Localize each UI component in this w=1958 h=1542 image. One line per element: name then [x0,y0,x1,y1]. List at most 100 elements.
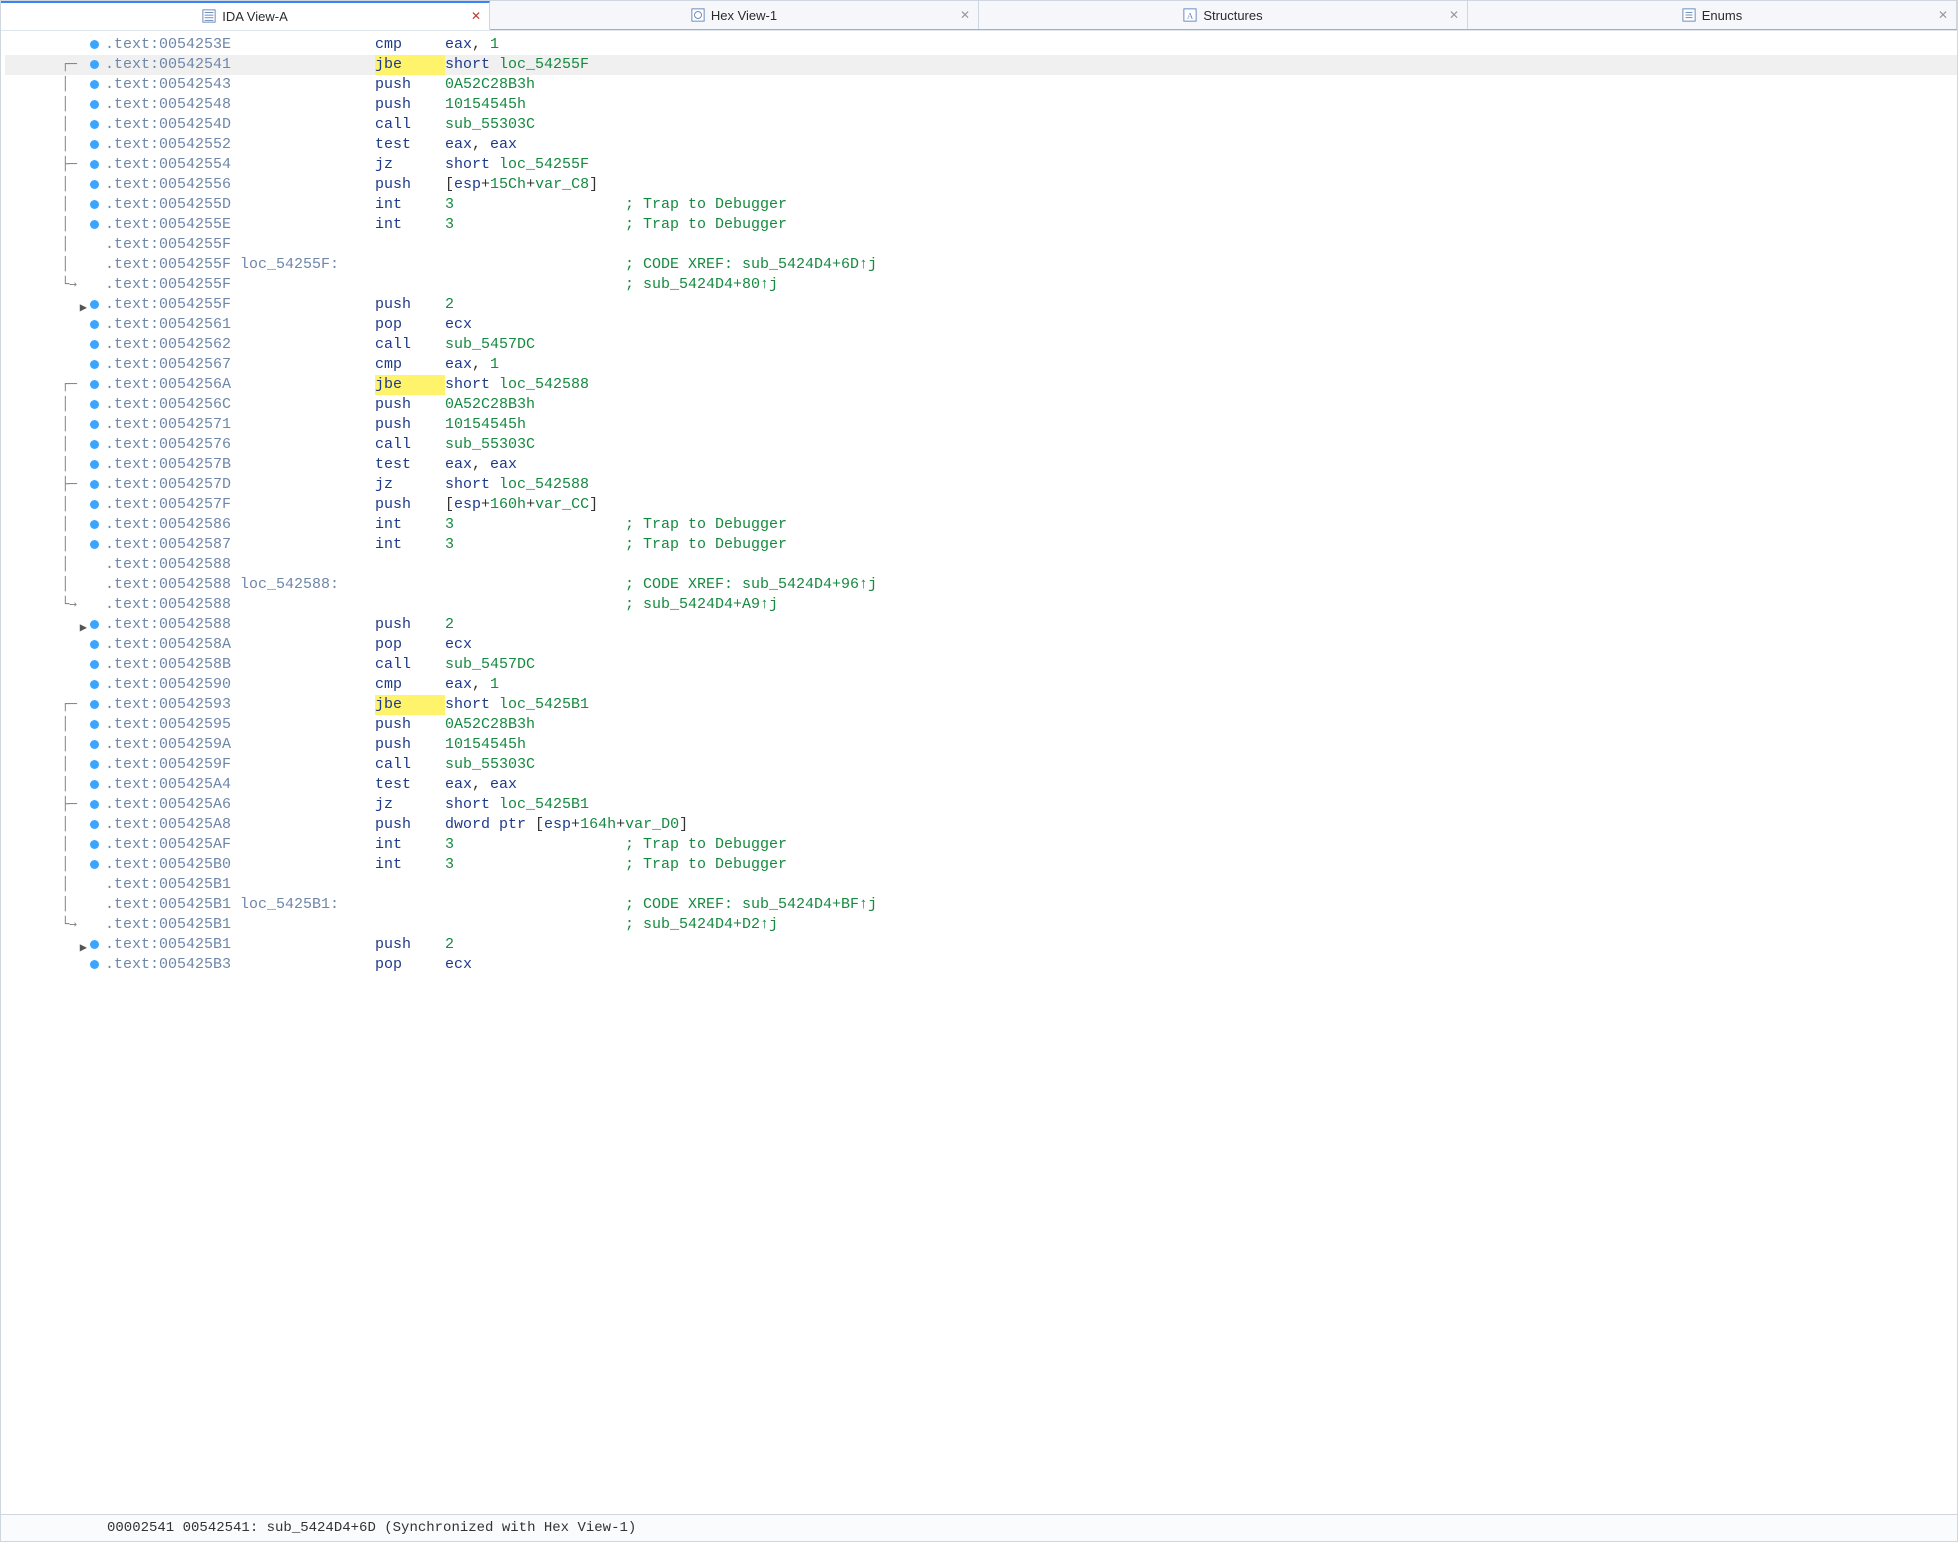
close-icon[interactable]: ✕ [958,8,972,22]
breakpoint-dot[interactable] [90,400,99,409]
breakpoint-dot[interactable] [90,340,99,349]
breakpoint-dot[interactable] [90,500,99,509]
asm-line[interactable]: │ .text:00542595push0A52C28B3h [5,715,1957,735]
breakpoint-dot[interactable] [90,800,99,809]
asm-line[interactable]: └→.text:005425B1; sub_5424D4+D2↑j [5,915,1957,935]
breakpoint-dot[interactable] [90,40,99,49]
breakpoint-dot[interactable] [90,660,99,669]
breakpoint-dot[interactable] [90,140,99,149]
asm-line[interactable]: .text:00542567cmpeax, 1 [5,355,1957,375]
breakpoint-dot[interactable] [90,940,99,949]
tab-hex-view-1[interactable]: Hex View-1✕ [490,1,979,29]
gutter: │ [5,175,105,195]
breakpoint-dot[interactable] [90,700,99,709]
close-icon[interactable]: ✕ [1447,8,1461,22]
asm-line[interactable]: │ .text:005425A8pushdword ptr [esp+164h+… [5,815,1957,835]
asm-line[interactable]: │ .text:0054259Fcallsub_55303C [5,755,1957,775]
asm-line[interactable]: │ .text:0054257Fpush[esp+160h+var_CC] [5,495,1957,515]
breakpoint-dot[interactable] [90,160,99,169]
tab-ida-view-a[interactable]: IDA View-A✕ [1,1,490,30]
asm-line[interactable]: │ .text:0054257Btesteax, eax [5,455,1957,475]
asm-line[interactable]: │ .text:00542588 [5,555,1957,575]
asm-line[interactable]: │ .text:0054255F loc_54255F:; CODE XREF:… [5,255,1957,275]
breakpoint-dot[interactable] [90,620,99,629]
asm-line[interactable]: │ .text:00542556push[esp+15Ch+var_C8] [5,175,1957,195]
asm-line[interactable]: │ .text:00542548push10154545h [5,95,1957,115]
asm-line[interactable]: │ .text:005425B0int3; Trap to Debugger [5,855,1957,875]
asm-line[interactable]: ├─.text:005425A6jzshort loc_5425B1 [5,795,1957,815]
breakpoint-dot[interactable] [90,540,99,549]
breakpoint-dot[interactable] [90,120,99,129]
asm-line[interactable]: │ .text:0054255Dint3; Trap to Debugger [5,195,1957,215]
close-icon[interactable]: ✕ [1936,8,1950,22]
asm-line[interactable]: ├─.text:0054257Djzshort loc_542588 [5,475,1957,495]
tab-enums[interactable]: Enums✕ [1468,1,1957,29]
breakpoint-dot[interactable] [90,180,99,189]
address: .text:005425B0 [105,855,375,875]
breakpoint-dot[interactable] [90,380,99,389]
asm-line[interactable]: │ .text:0054254Dcallsub_55303C [5,115,1957,135]
breakpoint-dot[interactable] [90,780,99,789]
enum-icon [1682,8,1696,22]
breakpoint-dot[interactable] [90,60,99,69]
breakpoint-dot[interactable] [90,860,99,869]
asm-line[interactable]: │ .text:00542576callsub_55303C [5,435,1957,455]
breakpoint-dot[interactable] [90,80,99,89]
operands: ecx [445,955,625,975]
breakpoint-dot[interactable] [90,200,99,209]
asm-line[interactable]: .text:00542561popecx [5,315,1957,335]
breakpoint-dot[interactable] [90,760,99,769]
asm-line[interactable]: │ .text:0054259Apush10154545h [5,735,1957,755]
asm-line[interactable]: │ .text:0054255F [5,235,1957,255]
asm-line[interactable]: ▶.text:00542588push2 [5,615,1957,635]
breakpoint-dot[interactable] [90,740,99,749]
breakpoint-dot[interactable] [90,960,99,969]
asm-line[interactable]: ┌─.text:00542541jbeshort loc_54255F [5,55,1957,75]
asm-line[interactable]: .text:0054253Ecmpeax, 1 [5,35,1957,55]
asm-line[interactable]: │ .text:0054256Cpush0A52C28B3h [5,395,1957,415]
asm-line[interactable]: │ .text:005425AFint3; Trap to Debugger [5,835,1957,855]
breakpoint-dot[interactable] [90,720,99,729]
asm-line[interactable]: │ .text:00542587int3; Trap to Debugger [5,535,1957,555]
asm-line[interactable]: ┌─.text:0054256Ajbeshort loc_542588 [5,375,1957,395]
disassembly-view[interactable]: .text:0054253Ecmpeax, 1┌─.text:00542541j… [1,30,1957,1514]
breakpoint-dot[interactable] [90,480,99,489]
asm-line[interactable]: │ .text:005425A4testeax, eax [5,775,1957,795]
breakpoint-dot[interactable] [90,300,99,309]
breakpoint-dot[interactable] [90,820,99,829]
breakpoint-dot[interactable] [90,460,99,469]
asm-line[interactable]: ▶.text:005425B1push2 [5,935,1957,955]
asm-line[interactable]: │ .text:005425B1 loc_5425B1:; CODE XREF:… [5,895,1957,915]
asm-line[interactable]: ▶.text:0054255Fpush2 [5,295,1957,315]
asm-line[interactable]: ├─.text:00542554jzshort loc_54255F [5,155,1957,175]
breakpoint-dot[interactable] [90,420,99,429]
breakpoint-dot[interactable] [90,360,99,369]
breakpoint-dot[interactable] [90,640,99,649]
breakpoint-dot[interactable] [90,320,99,329]
asm-line[interactable]: │ .text:00542586int3; Trap to Debugger [5,515,1957,535]
asm-line[interactable]: .text:005425B3popecx [5,955,1957,975]
asm-line[interactable]: ┌─.text:00542593jbeshort loc_5425B1 [5,695,1957,715]
asm-line[interactable]: │ .text:00542552testeax, eax [5,135,1957,155]
jump-arrow: └→ [47,275,77,295]
breakpoint-dot[interactable] [90,520,99,529]
asm-line[interactable]: .text:0054258Bcallsub_5457DC [5,655,1957,675]
asm-line[interactable]: │ .text:00542571push10154545h [5,415,1957,435]
asm-line[interactable]: │ .text:005425B1 [5,875,1957,895]
asm-line[interactable]: .text:00542590cmpeax, 1 [5,675,1957,695]
breakpoint-dot[interactable] [90,440,99,449]
asm-line[interactable]: └→.text:00542588; sub_5424D4+A9↑j [5,595,1957,615]
breakpoint-dot[interactable] [90,100,99,109]
asm-line[interactable]: └→.text:0054255F; sub_5424D4+80↑j [5,275,1957,295]
breakpoint-dot[interactable] [90,220,99,229]
disassembly-listing[interactable]: .text:0054253Ecmpeax, 1┌─.text:00542541j… [1,31,1957,1514]
breakpoint-dot[interactable] [90,680,99,689]
close-icon[interactable]: ✕ [469,9,483,23]
tab-structures[interactable]: AStructures✕ [979,1,1468,29]
asm-line[interactable]: │ .text:00542588 loc_542588:; CODE XREF:… [5,575,1957,595]
asm-line[interactable]: .text:00542562callsub_5457DC [5,335,1957,355]
asm-line[interactable]: │ .text:0054255Eint3; Trap to Debugger [5,215,1957,235]
asm-line[interactable]: .text:0054258Apopecx [5,635,1957,655]
asm-line[interactable]: │ .text:00542543push0A52C28B3h [5,75,1957,95]
breakpoint-dot[interactable] [90,840,99,849]
